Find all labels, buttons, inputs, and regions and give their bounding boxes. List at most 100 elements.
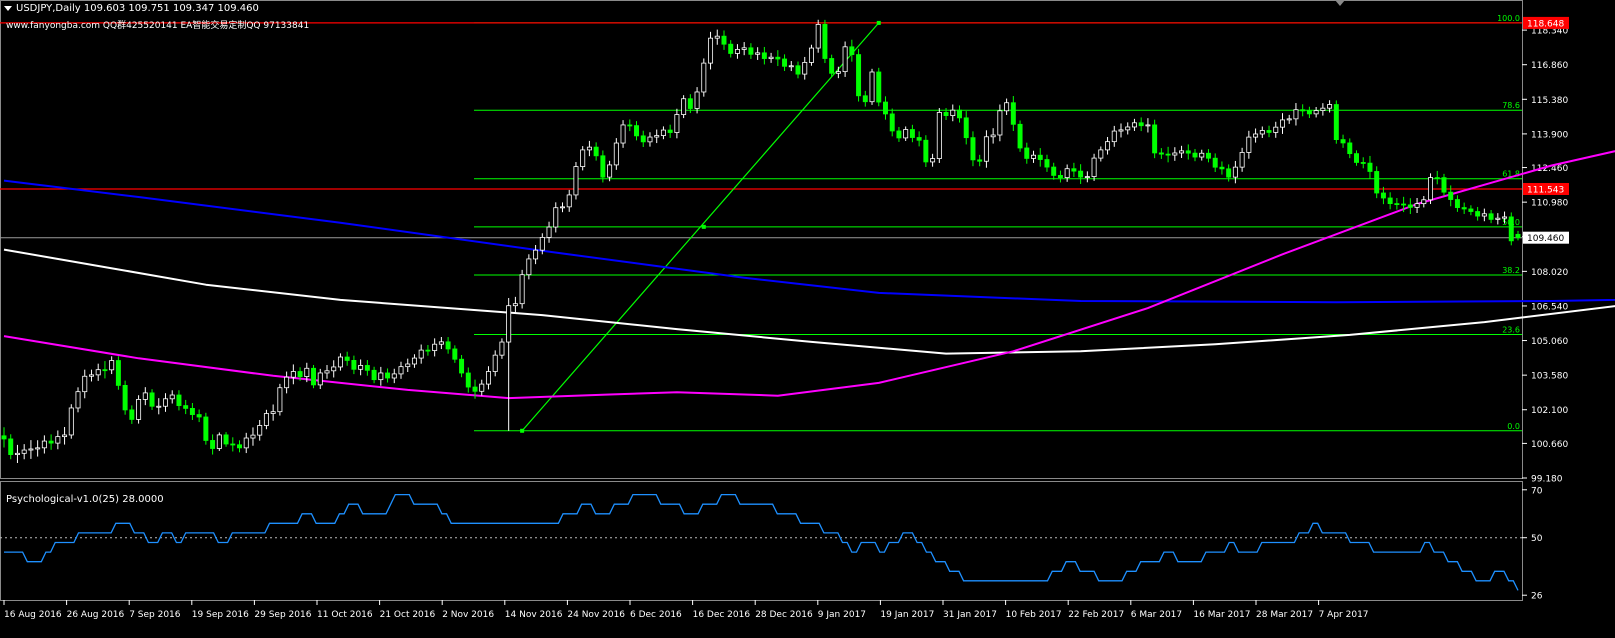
price-tag: 109.460 bbox=[1523, 231, 1569, 244]
time-tick-label: 6 Mar 2017 bbox=[1131, 610, 1182, 620]
candle-body bbox=[566, 194, 572, 208]
candle-body bbox=[930, 158, 936, 163]
candle-body bbox=[539, 237, 545, 251]
candle-body bbox=[788, 65, 794, 68]
candle-body bbox=[183, 405, 189, 409]
candle-body bbox=[1105, 141, 1111, 151]
candle-body bbox=[1360, 162, 1366, 164]
candle-body bbox=[808, 47, 814, 63]
candle-body bbox=[1306, 110, 1312, 115]
candle-body bbox=[358, 365, 364, 370]
time-tick-label: 14 Nov 2016 bbox=[505, 610, 563, 620]
candle-body bbox=[802, 62, 808, 75]
candle-body bbox=[1421, 199, 1427, 205]
candle-body bbox=[1300, 109, 1306, 112]
candle-body bbox=[1091, 157, 1097, 177]
candle-body bbox=[519, 274, 525, 305]
collapse-arrow-icon[interactable] bbox=[4, 5, 12, 11]
candle-body bbox=[990, 134, 996, 138]
candle-body bbox=[1118, 129, 1124, 132]
candle-body bbox=[317, 372, 323, 386]
candle-body bbox=[903, 129, 909, 139]
candle-body bbox=[667, 129, 673, 133]
candle-body bbox=[55, 436, 61, 444]
candle-body bbox=[593, 146, 599, 157]
candle-body bbox=[708, 37, 714, 64]
time-tick-label: 29 Sep 2016 bbox=[254, 610, 311, 620]
candle-body bbox=[1387, 197, 1393, 205]
price-tick-label: 102.100 bbox=[1531, 406, 1568, 416]
candle-body bbox=[876, 71, 882, 103]
candle-body bbox=[1434, 177, 1440, 179]
candle-body bbox=[1253, 133, 1259, 138]
candle-body bbox=[627, 124, 633, 127]
time-tick-label: 31 Jan 2017 bbox=[943, 610, 997, 620]
candle-body bbox=[472, 386, 478, 392]
candle-body bbox=[1205, 152, 1211, 159]
price-tick-label: 113.900 bbox=[1531, 130, 1568, 140]
candle-body bbox=[1394, 203, 1400, 206]
candle-body bbox=[290, 371, 296, 378]
time-tick-label: 16 Mar 2017 bbox=[1193, 610, 1250, 620]
candle-body bbox=[203, 416, 209, 441]
candle-body bbox=[425, 349, 431, 352]
candle-body bbox=[311, 367, 317, 386]
candle-body bbox=[62, 434, 68, 438]
candle-body bbox=[1064, 168, 1070, 179]
candle-body bbox=[634, 125, 640, 137]
candle-body bbox=[230, 443, 236, 446]
candle-body bbox=[647, 136, 653, 143]
candle-body bbox=[1488, 213, 1494, 220]
candle-body bbox=[385, 372, 391, 379]
candle-body bbox=[1448, 191, 1454, 200]
price-tick-label: 99.180 bbox=[1531, 475, 1563, 485]
candle-body bbox=[176, 394, 182, 407]
candle-body bbox=[526, 258, 532, 276]
candle-body bbox=[755, 52, 761, 55]
candle-body bbox=[21, 449, 27, 454]
candle-body bbox=[1125, 126, 1131, 131]
candle-body bbox=[1481, 213, 1487, 217]
candle-body bbox=[8, 438, 14, 455]
candle-body bbox=[862, 95, 868, 103]
main-panel-frame bbox=[0, 0, 1523, 479]
candle-body bbox=[1017, 123, 1023, 149]
candle-body bbox=[1098, 149, 1104, 159]
candle-body bbox=[1475, 211, 1481, 217]
candle-body bbox=[411, 357, 417, 365]
candle-body bbox=[1084, 176, 1090, 178]
candle-body bbox=[1057, 175, 1063, 179]
candle-body bbox=[68, 407, 74, 436]
candle-body bbox=[983, 136, 989, 162]
candle-body bbox=[1232, 166, 1238, 178]
time-tick-label: 19 Jan 2017 bbox=[880, 610, 934, 620]
candle-body bbox=[1354, 153, 1359, 163]
time-tick-label: 16 Dec 2016 bbox=[693, 610, 751, 620]
candle-body bbox=[257, 425, 263, 436]
candle-body bbox=[351, 360, 357, 370]
candle-body bbox=[452, 348, 458, 360]
price-tag: 118.648 bbox=[1523, 16, 1569, 29]
candle-body bbox=[714, 35, 720, 39]
candle-body bbox=[1226, 168, 1232, 178]
candle-body bbox=[842, 46, 848, 73]
candle-body bbox=[1185, 150, 1191, 154]
candle-body bbox=[654, 135, 660, 138]
candle-body bbox=[331, 366, 337, 372]
candle-body bbox=[210, 440, 216, 449]
candle-body bbox=[149, 392, 155, 407]
psy-panel: 70 50 26 bbox=[0, 486, 1543, 602]
candle-body bbox=[748, 47, 754, 55]
time-tick-label: 2 Nov 2016 bbox=[442, 610, 494, 620]
candle-body bbox=[48, 440, 54, 444]
symbol-line: USDJPY,Daily 109.603 109.751 109.347 109… bbox=[16, 3, 259, 14]
candle-body bbox=[768, 56, 774, 59]
candle-body bbox=[1051, 166, 1057, 176]
candle-body bbox=[1461, 207, 1467, 210]
candle-body bbox=[909, 129, 915, 138]
candle-body bbox=[1286, 118, 1292, 121]
candle-body bbox=[660, 129, 666, 136]
candle-body bbox=[129, 409, 135, 420]
candle-body bbox=[640, 135, 646, 143]
price-tick-label: 100.660 bbox=[1531, 440, 1568, 450]
